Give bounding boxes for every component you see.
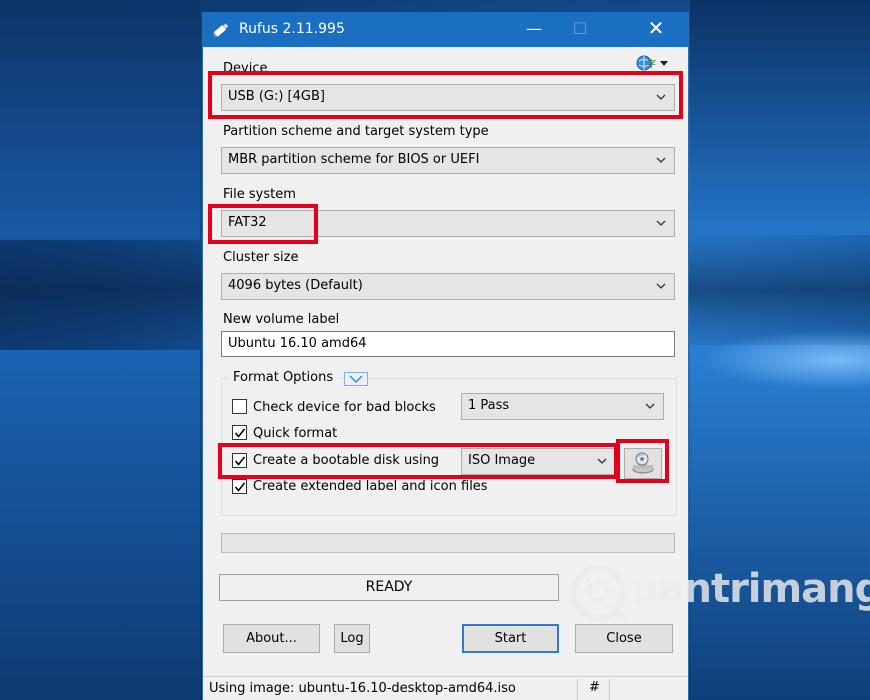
expand-toggle-icon[interactable] [344, 372, 368, 386]
quick-format-checkbox[interactable] [232, 425, 247, 440]
chevron-down-icon [656, 220, 666, 226]
chevron-down-icon [656, 283, 666, 289]
status-line-text: Using image: ubuntu-16.10-desktop-amd64.… [209, 681, 516, 696]
log-button[interactable]: Log [334, 624, 370, 653]
wallpaper-pane [0, 0, 200, 240]
filesystem-label: File system [223, 187, 296, 202]
hash-button[interactable]: # [589, 680, 600, 695]
cluster-value: 4096 bytes (Default) [228, 278, 363, 293]
annotation-box-filesystem [208, 204, 318, 244]
annotation-box-device [208, 71, 683, 119]
annotation-box-iso-button [616, 439, 669, 483]
status-line: Using image: ubuntu-16.10-desktop-amd64.… [203, 676, 688, 700]
pen-drive-icon [212, 23, 229, 38]
bad-blocks-label: Check device for bad blocks [253, 400, 436, 415]
start-button[interactable]: Start [462, 624, 559, 653]
chevron-down-icon [656, 157, 666, 163]
partition-select[interactable]: MBR partition scheme for BIOS or UEFI [221, 147, 675, 174]
extended-label-checkbox[interactable] [232, 479, 247, 494]
extended-label-label: Create extended label and icon files [253, 479, 488, 494]
wallpaper-light [700, 330, 870, 390]
progress-bar [221, 533, 675, 553]
cluster-label: Cluster size [223, 250, 299, 265]
bad-blocks-checkbox[interactable] [232, 399, 247, 414]
title-bar[interactable]: Rufus 2.11.995 — ☐ ✕ [203, 12, 688, 47]
check-mark-icon [234, 428, 246, 438]
passes-select[interactable]: 1 Pass [461, 393, 664, 420]
svg-text:字: 字 [647, 58, 656, 70]
chevron-down-icon [645, 403, 655, 409]
status-separator [609, 679, 610, 700]
partition-value: MBR partition scheme for BIOS or UEFI [228, 152, 480, 167]
quick-format-label: Quick format [253, 426, 338, 441]
maximize-button[interactable]: ☐ [557, 12, 603, 47]
check-mark-icon [234, 482, 246, 492]
passes-value: 1 Pass [468, 398, 510, 413]
watermark-text: uantrimang [630, 566, 870, 612]
volume-label-caption: New volume label [223, 312, 340, 327]
partition-label: Partition scheme and target system type [223, 124, 489, 139]
globe-language-icon[interactable]: 字 [635, 55, 669, 71]
lightbulb-logo-icon [570, 565, 628, 624]
window-title: Rufus 2.11.995 [239, 21, 345, 37]
minimize-button[interactable]: — [511, 12, 557, 47]
format-options-title: Format Options [229, 370, 338, 385]
status-separator [577, 679, 578, 700]
close-window-button[interactable]: ✕ [633, 12, 679, 47]
about-button[interactable]: About... [223, 624, 320, 653]
status-text: READY [219, 574, 559, 601]
wallpaper-pane [690, 345, 870, 700]
volume-label-value: Ubuntu 16.10 amd64 [228, 336, 367, 351]
wallpaper-pane [0, 350, 200, 700]
wallpaper-pane [690, 0, 870, 235]
volume-label-input[interactable]: Ubuntu 16.10 amd64 [221, 331, 675, 357]
annotation-box-bootable [218, 443, 618, 479]
cluster-select[interactable]: 4096 bytes (Default) [221, 273, 675, 300]
watermark: uantrimang [560, 556, 870, 630]
